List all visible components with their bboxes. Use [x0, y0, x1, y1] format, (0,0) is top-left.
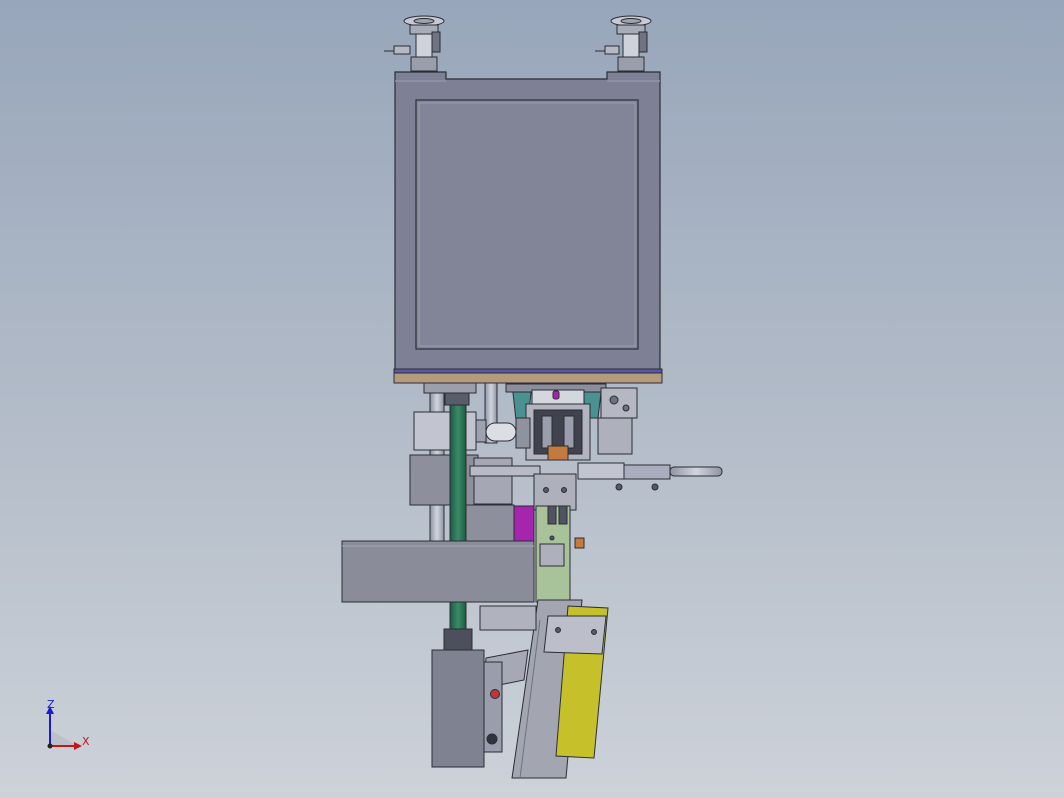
machine-assembly-model[interactable] — [0, 0, 1064, 798]
x-axis-arrow-icon — [74, 742, 82, 750]
leveling-foot-right — [595, 15, 652, 72]
z-axis-label: Z — [47, 698, 55, 711]
coordinate-triad: Z X — [38, 696, 98, 756]
motor-box — [431, 649, 503, 768]
triad-plane — [50, 730, 78, 746]
x-axis-label: X — [82, 735, 90, 748]
leveling-foot-left — [384, 15, 445, 72]
triad-origin — [47, 743, 53, 749]
cad-viewport[interactable]: Z X — [0, 0, 1064, 798]
main-housing — [394, 71, 661, 372]
base-plate — [393, 368, 663, 384]
